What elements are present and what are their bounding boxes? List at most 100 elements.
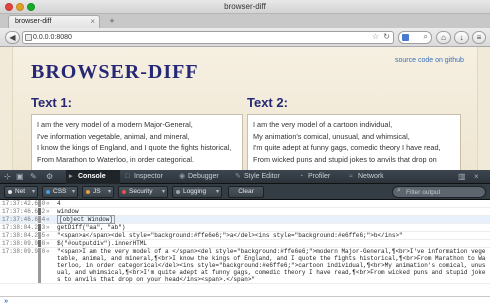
text2-line: My animation's comical, unusual, and whi… [253, 131, 410, 141]
search-engine-icon[interactable] [402, 34, 409, 41]
search-icon: ⌕ [397, 187, 401, 194]
console-message: "<span>a</span><del style="background:#f… [57, 232, 403, 239]
text1-line: From Marathon to Waterloo, in order cate… [37, 154, 195, 164]
tab-close-icon[interactable]: × [90, 17, 95, 26]
output-arrow-icon: « [46, 248, 50, 255]
dropdown-caret-icon: ▾ [161, 189, 165, 195]
text2-textarea[interactable]: I am the very model of a cartoon individ… [247, 114, 461, 170]
text1-line: I've information vegetable, animal, and … [37, 131, 190, 141]
back-button[interactable]: ◀ [5, 31, 20, 44]
profiler-tab-icon: ◔ [299, 173, 304, 180]
search-icon[interactable]: ⌕ [424, 32, 428, 42]
console-prompt-icon: » [4, 298, 9, 306]
devtools-options-icon[interactable]: ⚙ [46, 172, 53, 181]
site-identity-icon[interactable] [25, 34, 32, 41]
dropdown-caret-icon: ▾ [71, 189, 75, 195]
console-output[interactable]: 17:37:42.660 «4 17:37:46.642» window 17:37:4… [0, 200, 490, 296]
console-category-marker [38, 224, 41, 231]
text1-heading: Text 1: [31, 95, 72, 110]
object-link[interactable]: [object Window] [57, 215, 116, 224]
console-message[interactable]: [object Window] [57, 215, 490, 224]
filter-label: CSS [53, 188, 67, 195]
filter-js-button[interactable]: JS ▾ [82, 186, 114, 198]
filter-net-button[interactable]: Net ▾ [4, 186, 38, 198]
console-input[interactable]: » [0, 296, 490, 308]
console-row: 17:37:42.660 «4 [0, 200, 490, 208]
style-editor-tab-icon: ✎ [235, 173, 241, 180]
text2-line: I'm quite adept at funny gags, comedic t… [253, 143, 441, 153]
filter-logging-button[interactable]: Logging ▾ [172, 186, 222, 198]
menu-icon: ≡ [476, 33, 482, 42]
output-arrow-icon: « [46, 200, 50, 207]
devtools-tab-profiler[interactable]: ◔ Profiler [296, 170, 344, 184]
text1-textarea[interactable]: I am the very model of a modern Major-Ge… [31, 114, 243, 170]
scratchpad-icon[interactable]: ✎ [30, 172, 37, 181]
input-arrow-icon: » [46, 224, 50, 231]
tab-label: Inspector [134, 173, 163, 180]
home-button[interactable]: ⌂ [436, 31, 451, 44]
responsive-mode-icon[interactable]: ▣ [16, 172, 24, 181]
console-row: 17:37:46.644 «[object Window] [0, 215, 490, 224]
output-arrow-icon: « [46, 232, 50, 239]
text1-line: I am the very model of a modern Major-Ge… [37, 120, 193, 129]
filter-label: JS [93, 188, 101, 195]
clear-console-button[interactable]: Clear [228, 186, 264, 198]
page-title: BROWSER-DIFF [31, 61, 199, 83]
filter-label: Logging [183, 188, 207, 195]
download-arrow-icon: ↓ [459, 33, 464, 42]
devtools-tab-console[interactable]: ▸ Console [66, 170, 120, 184]
url-text: 0.0.0.0:8080 [33, 34, 72, 41]
back-arrow-icon: ◀ [9, 33, 16, 42]
console-category-marker [38, 240, 41, 247]
devtools-tab-network[interactable]: ≈ Network [346, 170, 396, 184]
devtools-tab-style-editor[interactable]: ✎ Style Editor [232, 170, 294, 184]
devtools-tab-inspector[interactable]: □ Inspector [122, 170, 174, 184]
bookmark-star-icon[interactable]: ☆ [372, 32, 379, 41]
address-bar[interactable]: 0.0.0.0:8080 ☆ ↻ [22, 31, 394, 44]
category-dot [176, 190, 180, 194]
close-devtools-icon[interactable]: × [474, 172, 479, 181]
filter-output-input[interactable]: ⌕ Filter output [392, 186, 486, 198]
downloads-button[interactable]: ↓ [454, 31, 469, 44]
console-message: getDiff("aa", "ab") [57, 224, 126, 231]
new-tab-button[interactable]: + [105, 16, 119, 27]
text2-line: I am the very model of a cartoon individ… [253, 120, 393, 129]
console-row: 17:38:09.968» $("#outputdiv").innerHTML [0, 240, 490, 248]
filter-label: Net [15, 188, 26, 195]
source-code-link[interactable]: source code on github [395, 57, 464, 64]
home-icon: ⌂ [441, 33, 446, 42]
network-tab-icon: ≈ [349, 173, 353, 180]
window-title: browser-diff [224, 2, 266, 11]
console-row: 17:38:04.243» getDiff("aa", "ab") [0, 224, 490, 232]
devtools-tab-debugger[interactable]: ◉ Debugger [176, 170, 230, 184]
tab-title: browser-diff [15, 18, 52, 25]
console-message: "<span>I am the very model of a </span><… [57, 248, 486, 283]
console-category-marker [38, 232, 41, 239]
menu-button[interactable]: ≡ [472, 31, 486, 44]
debugger-tab-icon: ◉ [179, 173, 186, 180]
reload-icon[interactable]: ↻ [383, 32, 390, 41]
input-arrow-icon: » [46, 208, 50, 215]
console-row: 17:38:04.245 «"<span>a</span><del style="… [0, 232, 490, 240]
filter-css-button[interactable]: CSS ▾ [42, 186, 78, 198]
category-dot [8, 190, 12, 194]
inspector-tab-icon: □ [125, 173, 130, 180]
console-category-marker [38, 248, 41, 283]
category-dot [122, 190, 126, 194]
dock-side-icon[interactable]: ▥ [458, 172, 466, 181]
category-dot [46, 190, 50, 194]
pick-element-icon[interactable]: ⊹ [4, 172, 11, 181]
input-arrow-icon: » [46, 240, 50, 247]
text2-line: From wicked puns and stupid jokes to anv… [253, 154, 437, 164]
console-category-marker [38, 200, 41, 207]
search-bar[interactable]: ⌕ [398, 31, 432, 44]
dropdown-caret-icon: ▾ [215, 189, 219, 195]
browser-tab[interactable]: browser-diff × [8, 15, 100, 28]
filter-label: Security [129, 188, 153, 195]
filter-security-button[interactable]: Security ▾ [118, 186, 168, 198]
page-viewport: source code on github BROWSER-DIFF Text … [0, 47, 490, 170]
tab-label: Debugger [188, 173, 219, 180]
tab-label: Profiler [308, 173, 331, 180]
output-arrow-icon: « [46, 216, 50, 223]
console-message: $("#outputdiv").innerHTML [57, 240, 148, 247]
